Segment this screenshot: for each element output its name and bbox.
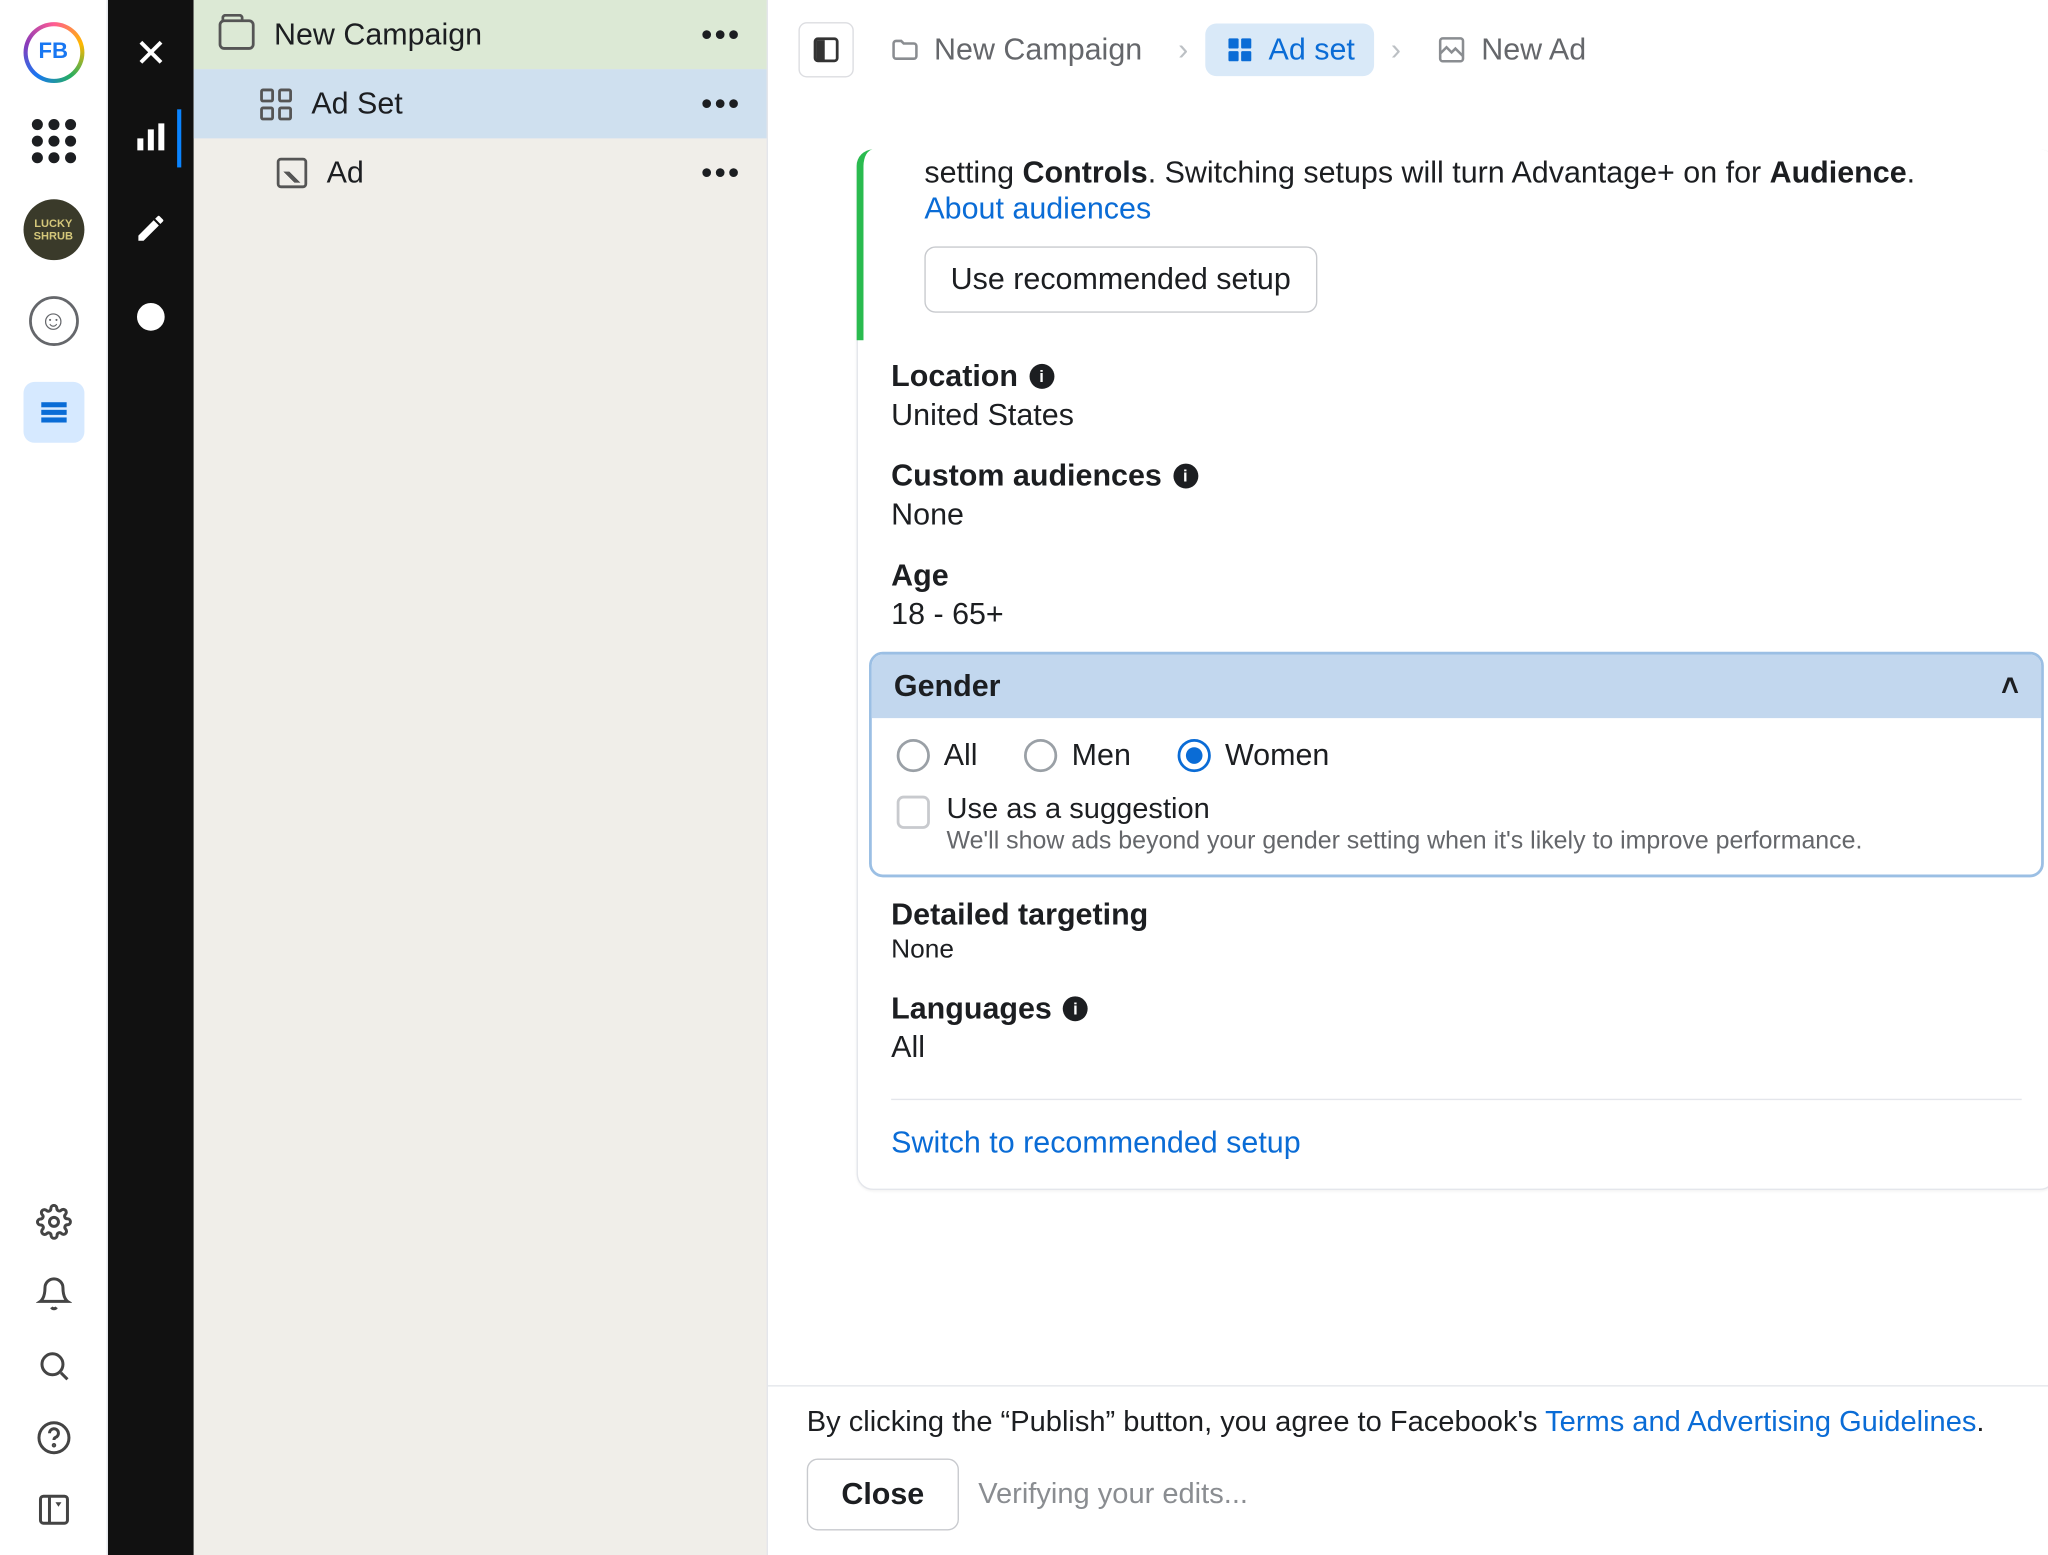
audience-card: setting Controls. Switching setups will … <box>857 149 2048 1190</box>
gender-header[interactable]: Gender ˄ <box>872 655 2041 719</box>
chevron-up-icon: ˄ <box>2001 668 2019 704</box>
ads-manager-icon[interactable] <box>23 382 84 443</box>
breadcrumb-label: New Campaign <box>934 32 1142 68</box>
clock-icon[interactable] <box>123 289 178 344</box>
breadcrumb-label: New Ad <box>1481 32 1586 68</box>
recommendation-banner: setting Controls. Switching setups will … <box>857 149 2048 340</box>
tree-item-campaign[interactable]: New Campaign ••• <box>194 0 767 69</box>
global-nav-rail: FB LUCKY SHRUB ☺ <box>0 0 108 1555</box>
folder-icon <box>219 19 255 49</box>
tree-item-menu[interactable]: ••• <box>701 17 741 53</box>
breadcrumb-campaign[interactable]: New Campaign <box>870 24 1161 77</box>
breadcrumb-adset[interactable]: Ad set <box>1205 24 1374 77</box>
field-gender: Gender ˄ All Men Women <box>869 652 2044 878</box>
tree-item-ad[interactable]: Ad ••• <box>194 138 767 207</box>
structure-tree: New Campaign ••• Ad Set ••• Ad ••• <box>194 0 768 1555</box>
switch-recommended-link[interactable]: Switch to recommended setup <box>891 1125 1301 1160</box>
editor-nav-rail: ✕ <box>108 0 194 1555</box>
chart-icon[interactable] <box>122 109 180 167</box>
info-icon[interactable]: i <box>1173 464 1198 489</box>
breadcrumb-ad[interactable]: New Ad <box>1418 24 1606 77</box>
footer: By clicking the “Publish” button, you ag… <box>768 1385 2048 1555</box>
suggestion-sublabel: We'll show ads beyond your gender settin… <box>947 826 1863 855</box>
close-icon[interactable]: ✕ <box>135 30 167 76</box>
info-icon[interactable]: i <box>1063 996 1088 1021</box>
tree-label: New Campaign <box>274 17 482 53</box>
suggestion-label: Use as a suggestion <box>947 793 1863 826</box>
tree-label: Ad <box>327 155 364 191</box>
verify-status: Verifying your edits... <box>978 1478 1248 1511</box>
bell-icon[interactable] <box>35 1276 71 1312</box>
field-languages[interactable]: Languagesi All <box>858 971 2048 1071</box>
pencil-icon[interactable] <box>123 201 178 256</box>
ad-icon <box>277 158 307 188</box>
search-icon[interactable] <box>35 1348 71 1384</box>
smiley-icon[interactable]: ☺ <box>28 296 78 346</box>
gear-icon[interactable] <box>35 1204 71 1240</box>
tree-label: Ad Set <box>311 86 402 122</box>
close-button[interactable]: Close <box>807 1459 959 1531</box>
gender-radio-women[interactable]: Women <box>1178 738 1329 774</box>
use-recommended-setup-button[interactable]: Use recommended setup <box>924 246 1317 312</box>
field-age[interactable]: Age 18 - 65+ <box>858 538 2048 638</box>
about-audiences-link[interactable]: About audiences <box>924 191 1151 226</box>
gender-radio-men[interactable]: Men <box>1025 738 1131 774</box>
field-location[interactable]: Locationi United States <box>858 339 2048 439</box>
tree-item-menu[interactable]: ••• <box>701 155 741 191</box>
topbar: New Campaign › Ad set › New Ad In Draft … <box>768 0 2048 77</box>
account-avatar[interactable]: LUCKY SHRUB <box>23 199 84 260</box>
gender-radio-all[interactable]: All <box>897 738 978 774</box>
edit-review-tabs: Edit Review <box>768 77 2048 149</box>
terms-link[interactable]: Terms and Advertising Guidelines <box>1545 1406 1976 1438</box>
tree-item-adset[interactable]: Ad Set ••• <box>194 69 767 138</box>
adset-icon <box>260 88 292 120</box>
apps-grid-icon[interactable] <box>31 119 75 163</box>
tree-item-menu[interactable]: ••• <box>701 86 741 122</box>
fb-logo[interactable]: FB <box>23 22 84 83</box>
bookmark-panel-icon[interactable] <box>35 1492 71 1528</box>
help-icon[interactable] <box>35 1420 71 1456</box>
switch-recommended-link-row: Switch to recommended setup <box>858 1100 2048 1161</box>
chevron-right-icon: › <box>1391 32 1401 68</box>
info-icon[interactable]: i <box>1029 364 1054 389</box>
panel-toggle-button[interactable] <box>798 22 853 77</box>
field-detailed-targeting[interactable]: Detailed targeting None <box>858 877 2048 971</box>
chevron-right-icon: › <box>1178 32 1188 68</box>
breadcrumb-label: Ad set <box>1269 32 1355 68</box>
fb-logo-text: FB <box>27 26 80 79</box>
field-custom-audiences[interactable]: Custom audiencesi None <box>858 439 2048 539</box>
suggestion-checkbox[interactable] <box>897 796 930 829</box>
